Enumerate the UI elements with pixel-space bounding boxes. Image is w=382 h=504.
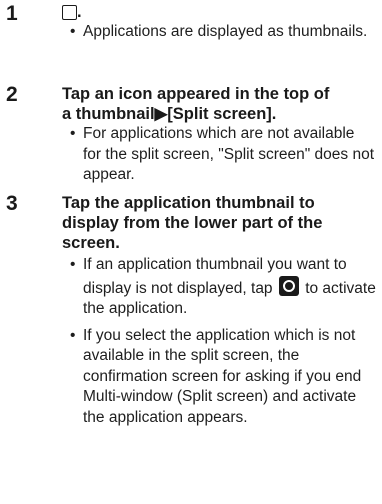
step-number: 2 — [6, 83, 18, 106]
list-item: • If an application thumbnail you want t… — [70, 255, 376, 320]
step-title-line: Tap the application thumbnail to — [62, 194, 315, 212]
step-number: 3 — [6, 192, 18, 215]
bullet-dot: • — [70, 256, 76, 273]
note-text: For applications which are not available… — [83, 125, 375, 183]
step-notes: • If an application thumbnail you want t… — [70, 255, 376, 428]
step-notes: • Applications are displayed as thumbnai… — [70, 22, 376, 43]
list-item: • For applications which are not availab… — [70, 124, 376, 186]
step-notes: • For applications which are not availab… — [70, 124, 376, 186]
step-title-line: screen. — [62, 234, 120, 252]
note-text: Applications are displayed as thumbnails… — [83, 23, 368, 40]
manual-page: 1 . • Applications are displayed as thum… — [0, 0, 382, 504]
bullet-dot: • — [70, 125, 76, 142]
step-number: 1 — [6, 2, 18, 25]
step-title-line: Tap an icon appeared in the top of — [62, 85, 330, 103]
step-title-line: a thumbnail▶[Split screen]. — [62, 105, 277, 123]
bullet-dot: • — [70, 326, 76, 344]
list-item: • If you select the application which is… — [70, 326, 376, 429]
bullet-dot: • — [70, 23, 76, 40]
recent-apps-square-icon — [62, 5, 77, 20]
list-item: • Applications are displayed as thumbnai… — [70, 22, 376, 43]
step-title-suffix: . — [77, 3, 82, 21]
step-title-line: display from the lower part of the — [62, 214, 323, 232]
home-circle-icon — [278, 275, 299, 296]
note-text: If you select the application which is n… — [83, 326, 362, 426]
step-title: . — [62, 2, 362, 22]
step-title: Tap an icon appeared in the top of a thu… — [62, 84, 362, 124]
step-title: Tap the application thumbnail to display… — [62, 193, 362, 253]
